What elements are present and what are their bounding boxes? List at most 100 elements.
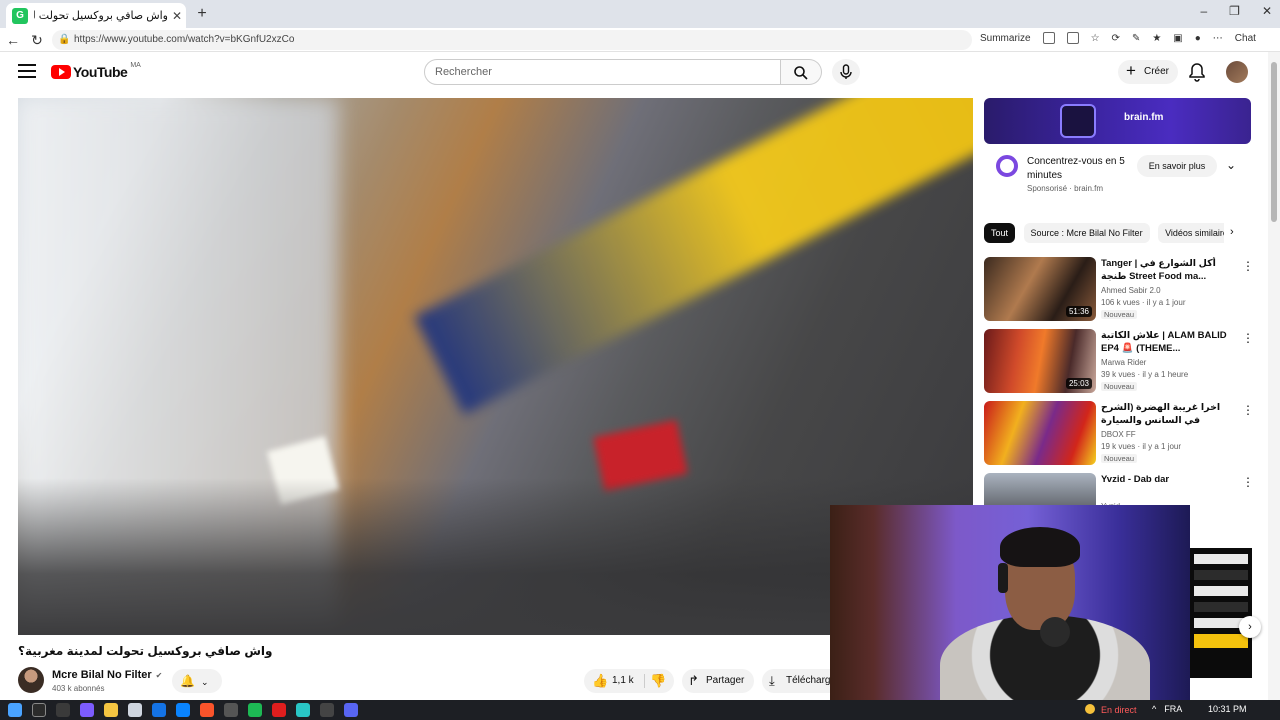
file-explorer-icon[interactable] xyxy=(104,703,118,717)
more-options-icon[interactable]: ⋮ xyxy=(1242,331,1254,345)
like-count: 1,1 k xyxy=(612,675,634,686)
plus-icon: + xyxy=(1126,61,1136,80)
download-icon: ⤓ xyxy=(769,673,775,688)
app-icon[interactable] xyxy=(224,703,238,717)
tray-chevron-icon[interactable]: ^ xyxy=(1152,704,1156,714)
extension-icon[interactable] xyxy=(1042,32,1055,44)
page-scrollbar[interactable] xyxy=(1268,52,1280,700)
video-meta: 39 k vues · il y a 1 heure xyxy=(1101,370,1189,379)
more-options-icon[interactable]: ⋮ xyxy=(1242,259,1254,273)
video-channel[interactable]: Ahmed Sabir 2.0 xyxy=(1101,286,1161,295)
chip-source-channel[interactable]: Source : Mcre Bilal No Filter xyxy=(1023,223,1150,243)
video-title-link[interactable]: Yvzid - Dab dar xyxy=(1101,473,1231,486)
spotify-icon[interactable] xyxy=(248,703,262,717)
ad-expand-chevron-icon[interactable]: ⌄ xyxy=(1226,158,1236,172)
webcam-overlay xyxy=(830,505,1190,703)
app-icon[interactable] xyxy=(152,703,166,717)
logo-text: YouTube xyxy=(73,64,128,80)
channel-avatar[interactable] xyxy=(18,667,44,693)
video-title-link[interactable]: اخرا غريبة الهضرة (الشرح في السانس والسي… xyxy=(1101,401,1231,427)
create-button[interactable]: + Créer xyxy=(1118,60,1178,84)
video-channel[interactable]: DBOX FF xyxy=(1101,430,1136,439)
edge-browser-icon[interactable] xyxy=(296,703,310,717)
task-view-icon[interactable] xyxy=(56,703,70,717)
live-indicator-icon xyxy=(1085,704,1095,714)
ad-learn-more-button[interactable]: En savoir plus xyxy=(1137,155,1217,177)
verified-check-icon: ✔ xyxy=(155,671,163,680)
favorites-icon[interactable]: ★ xyxy=(1152,33,1161,44)
chat-button[interactable]: Chat xyxy=(1235,33,1256,44)
restore-button[interactable]: ❐ xyxy=(1229,4,1240,18)
recording-app-icon[interactable] xyxy=(272,703,286,717)
video-title-link[interactable]: علاش الكاتبة | ALAM BALID EP4 🚨 (THEME..… xyxy=(1101,329,1231,355)
more-options-icon[interactable]: ⋮ xyxy=(1242,475,1254,489)
obs-icon[interactable] xyxy=(320,703,334,717)
live-label: En direct xyxy=(1101,705,1137,715)
more-options-icon[interactable]: ⋮ xyxy=(1242,403,1254,417)
share-button[interactable]: ↱ Partager xyxy=(682,669,754,693)
carousel-next-icon[interactable]: › xyxy=(1239,616,1261,638)
chip-all[interactable]: Tout xyxy=(984,223,1016,243)
microphone-icon xyxy=(840,64,852,79)
summarize-button[interactable]: Summarize xyxy=(980,33,1031,44)
recommendation-item[interactable]: 51:36 Tanger | أكل الشوارع في طنجة Stree… xyxy=(984,257,1254,323)
profile-icon[interactable]: ● xyxy=(1195,33,1201,44)
ad-sponsor-label: Sponsorisé · brain.fm xyxy=(1027,184,1104,193)
video-title-link[interactable]: Tanger | أكل الشوارع في طنجة Street Food… xyxy=(1101,257,1231,283)
thumbs-up-icon[interactable]: 👍 xyxy=(592,669,608,693)
close-window-button[interactable]: ✕ xyxy=(1262,4,1272,18)
search-button[interactable] xyxy=(781,59,822,85)
store-icon[interactable] xyxy=(128,703,142,717)
search-taskbar-icon[interactable] xyxy=(32,703,46,717)
live-status[interactable]: En direct xyxy=(1085,704,1137,715)
brave-browser-icon[interactable] xyxy=(200,703,214,717)
ad-advertiser-logo[interactable] xyxy=(996,155,1018,177)
recommendation-item[interactable]: 25:03 علاش الكاتبة | ALAM BALID EP4 🚨 (T… xyxy=(984,329,1254,395)
reload-icon[interactable]: ↻ xyxy=(28,31,46,49)
translate-icon[interactable] xyxy=(1066,32,1079,44)
extensions-puzzle-icon[interactable]: ✎ xyxy=(1132,33,1140,44)
taskbar-clock[interactable]: 10:31 PM xyxy=(1208,704,1247,714)
youtube-logo[interactable]: YouTube MA xyxy=(51,62,141,80)
notifications-bell-icon[interactable] xyxy=(1188,62,1206,82)
discord-icon[interactable] xyxy=(344,703,358,717)
back-arrow-icon[interactable]: ← xyxy=(4,31,22,49)
video-thumbnail[interactable]: 25:03 xyxy=(984,329,1096,393)
start-menu-icon[interactable] xyxy=(8,703,22,717)
browser-tab[interactable]: G واش صافي بروكسيل تحولت لمد ✕ xyxy=(6,3,186,28)
favorite-star-icon[interactable]: ☆ xyxy=(1091,33,1100,44)
video-channel[interactable]: Marwa Rider xyxy=(1101,358,1146,367)
collections-icon[interactable]: ▣ xyxy=(1173,33,1182,44)
new-tab-button[interactable]: + xyxy=(192,4,212,24)
channel-name[interactable]: Mcre Bilal No Filter ✔ xyxy=(52,669,162,681)
thumbs-down-icon[interactable]: 👎 xyxy=(650,669,666,693)
ad-headline[interactable]: Concentrez-vous en 5 minutes xyxy=(1027,155,1127,183)
url-text: https://www.youtube.com/watch?v=bKGnfU2x… xyxy=(74,34,295,45)
recommendation-item[interactable]: اخرا غريبة الهضرة (الشرح في السانس والسي… xyxy=(984,401,1254,467)
bell-icon: 🔔 xyxy=(180,674,195,688)
voice-search-button[interactable] xyxy=(832,59,860,85)
video-thumbnail[interactable]: 51:36 xyxy=(984,257,1096,321)
minimize-button[interactable]: – xyxy=(1200,4,1207,18)
download-button[interactable]: ⤓ Télécharger xyxy=(762,669,830,693)
more-menu-icon[interactable]: ⋯ xyxy=(1213,33,1223,44)
search-input[interactable]: Rechercher xyxy=(424,59,781,85)
video-duration: 51:36 xyxy=(1065,306,1092,317)
hamburger-menu-icon[interactable] xyxy=(18,64,36,80)
url-field[interactable]: 🔒 https://www.youtube.com/watch?v=bKGnfU… xyxy=(52,30,972,50)
ad-banner-image[interactable]: brain.fm xyxy=(984,98,1251,144)
mail-icon[interactable] xyxy=(176,703,190,717)
chips-next-arrow-icon[interactable]: › xyxy=(1230,226,1234,238)
refresh-page-icon[interactable]: ⟳ xyxy=(1112,33,1120,44)
video-thumbnail[interactable] xyxy=(984,401,1096,465)
webcam-person-hair xyxy=(1000,527,1080,567)
subscription-bell-button[interactable]: 🔔 ⌄ xyxy=(172,669,222,693)
window-controls: – ❐ ✕ xyxy=(1200,4,1272,18)
language-indicator[interactable]: FRA xyxy=(1164,704,1182,714)
copilot-icon[interactable] xyxy=(80,703,94,717)
tab-close-icon[interactable]: ✕ xyxy=(168,9,186,23)
account-avatar[interactable] xyxy=(1226,61,1248,83)
chip-similar-videos[interactable]: Vidéos similaires xyxy=(1158,223,1224,243)
ad-phone-graphic xyxy=(1060,104,1096,138)
scrollbar-thumb[interactable] xyxy=(1271,62,1277,222)
